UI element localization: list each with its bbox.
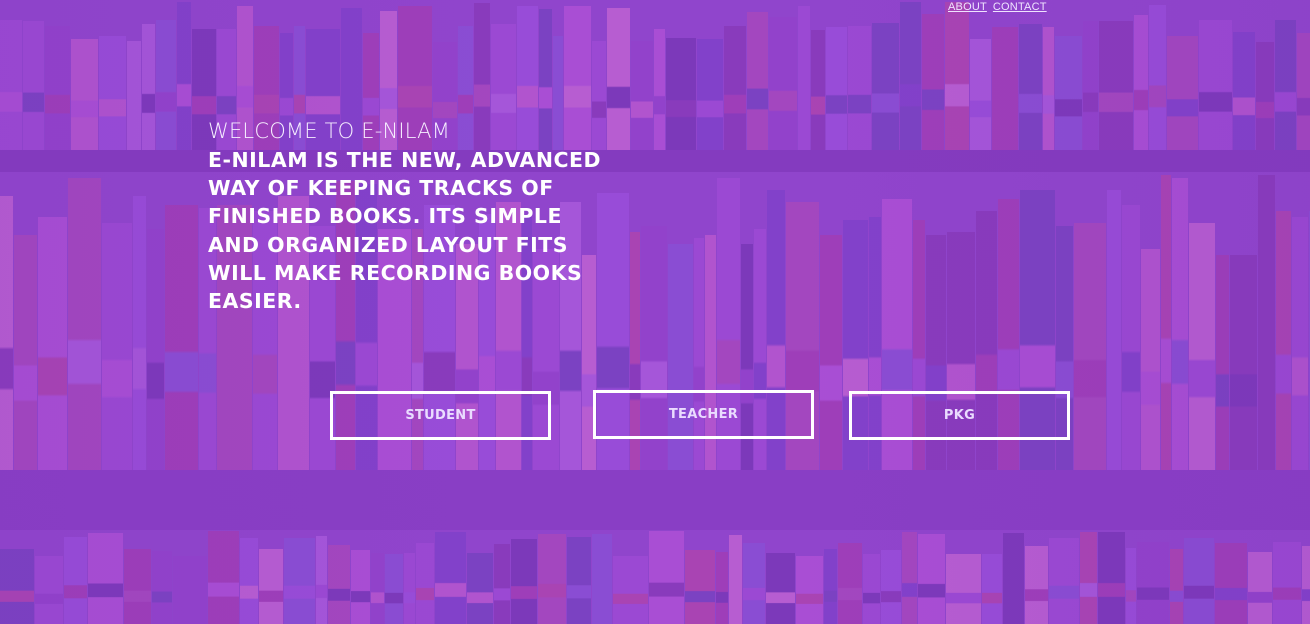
about-link[interactable]: ABOUT: [948, 0, 987, 14]
hero-tagline: E-NILAM IS THE NEW, ADVANCED WAY OF KEEP…: [208, 148, 602, 314]
hero-section: WELCOME TO E-NILAM E-NILAM IS THE NEW, A…: [208, 116, 628, 315]
teacher-button[interactable]: TEACHER: [593, 390, 814, 439]
contact-link[interactable]: CONTACT: [993, 0, 1047, 14]
student-button[interactable]: STUDENT: [330, 391, 551, 440]
welcome-heading: WELCOME TO E-NILAM: [208, 119, 451, 143]
vignette: [0, 0, 1310, 624]
top-nav: ABOUT CONTACT: [948, 0, 1047, 14]
pkg-button[interactable]: PKG: [849, 391, 1070, 440]
bookshelf-background: [0, 0, 1310, 624]
